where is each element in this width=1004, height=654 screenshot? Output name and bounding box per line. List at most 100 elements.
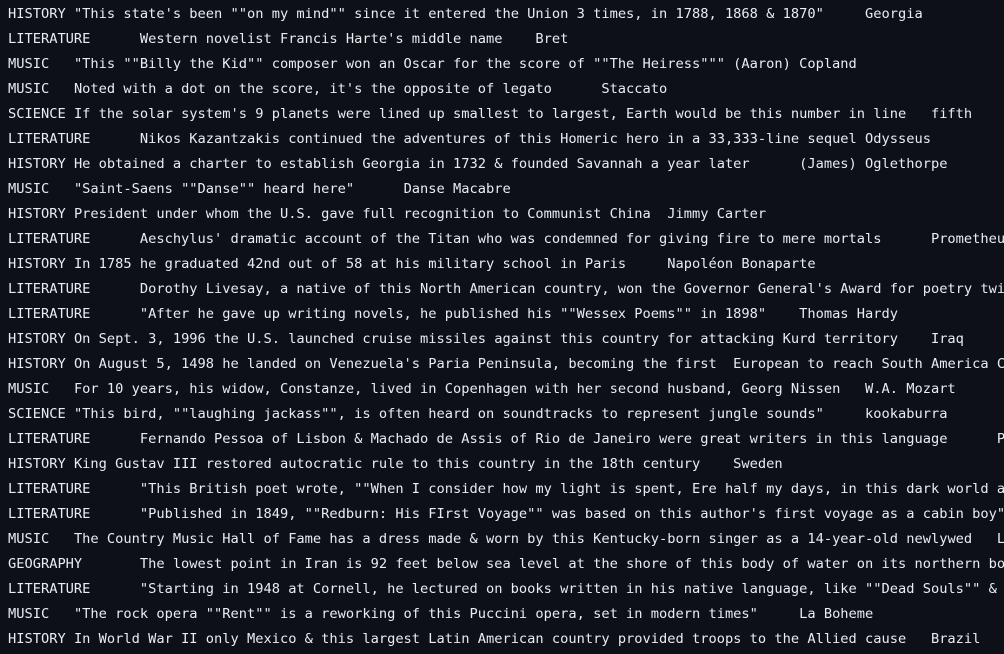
- row-question: "Starting in 1948 at Cornell, he lecture…: [139, 581, 997, 597]
- row-question: "After he gave up writing novels, he pub…: [139, 306, 767, 322]
- table-row: HISTORY In World War II only Mexico & th…: [8, 627, 1004, 652]
- row-question: The lowest point in Iran is 92 feet belo…: [139, 556, 1004, 572]
- row-answer: (James) Oglethorpe: [799, 156, 948, 172]
- row-category: HISTORY: [8, 631, 66, 647]
- row-question: Nikos Kazantzakis continued the adventur…: [139, 131, 857, 147]
- text-file-viewer[interactable]: HISTORY "This state's been ""on my mind"…: [0, 0, 1004, 652]
- row-question: Fernando Pessoa of Lisbon & Machado de A…: [139, 431, 948, 447]
- row-question: "Published in 1849, ""Redburn: His FIrst…: [139, 506, 1004, 522]
- row-answer: P: [996, 431, 1004, 447]
- row-answer: Georgia: [865, 6, 923, 22]
- table-row: LITERATURE Western novelist Francis Hart…: [8, 27, 1004, 52]
- row-question: "This state's been ""on my mind"" since …: [73, 6, 824, 22]
- row-category: GEOGRAPHY: [8, 556, 83, 572]
- row-question: President under whom the U.S. gave full …: [73, 206, 651, 222]
- row-question: Noted with a dot on the score, it's the …: [73, 81, 552, 97]
- table-row: LITERATURE "After he gave up writing nov…: [8, 302, 1004, 327]
- row-question: On Sept. 3, 1996 the U.S. launched cruis…: [73, 331, 898, 347]
- row-category: MUSIC: [8, 531, 50, 547]
- row-category: LITERATURE: [8, 231, 91, 247]
- row-question: Dorothy Livesay, a native of this North …: [139, 281, 1004, 297]
- row-category: HISTORY: [8, 206, 66, 222]
- table-row: MUSIC Noted with a dot on the score, it'…: [8, 77, 1004, 102]
- row-answer: (Aaron) Copland: [733, 56, 857, 72]
- table-row: HISTORY On August 5, 1498 he landed on V…: [8, 352, 1004, 377]
- row-category: MUSIC: [8, 81, 50, 97]
- table-row: HISTORY On Sept. 3, 1996 the U.S. launch…: [8, 327, 1004, 352]
- row-question: King Gustav III restored autocratic rule…: [73, 456, 701, 472]
- row-category: HISTORY: [8, 256, 66, 272]
- table-row: MUSIC "Saint-Saens ""Danse"" heard here"…: [8, 177, 1004, 202]
- row-category: LITERATURE: [8, 281, 91, 297]
- row-category: MUSIC: [8, 606, 50, 622]
- row-category: LITERATURE: [8, 131, 91, 147]
- row-question: He obtained a charter to establish Georg…: [73, 156, 750, 172]
- table-row: MUSIC "This ""Billy the Kid"" composer w…: [8, 52, 1004, 77]
- row-answer: kookaburra: [865, 406, 948, 422]
- row-category: MUSIC: [8, 181, 50, 197]
- row-question: In 1785 he graduated 42nd out of 58 at h…: [73, 256, 627, 272]
- row-answer: Odysseus: [865, 131, 931, 147]
- table-row: HISTORY King Gustav III restored autocra…: [8, 452, 1004, 477]
- table-row: LITERATURE Aeschylus' dramatic account o…: [8, 227, 1004, 252]
- table-row: LITERATURE Nikos Kazantzakis continued t…: [8, 127, 1004, 152]
- row-category: SCIENCE: [8, 106, 66, 122]
- row-answer: La Boheme: [799, 606, 874, 622]
- table-row: LITERATURE Fernando Pessoa of Lisbon & M…: [8, 427, 1004, 452]
- row-question: "This ""Billy the Kid"" composer won an …: [73, 56, 725, 72]
- table-row: SCIENCE "This bird, ""laughing jackass""…: [8, 402, 1004, 427]
- table-row: SCIENCE If the solar system's 9 planets …: [8, 102, 1004, 127]
- row-category: LITERATURE: [8, 306, 91, 322]
- row-answer: L: [996, 531, 1004, 547]
- row-category: HISTORY: [8, 156, 66, 172]
- row-answer: Prometheu: [930, 231, 1004, 247]
- row-category: HISTORY: [8, 456, 66, 472]
- table-row: MUSIC The Country Music Hall of Fame has…: [8, 527, 1004, 552]
- row-question: "Saint-Saens ""Danse"" heard here": [73, 181, 355, 197]
- row-question: In World War II only Mexico & this large…: [73, 631, 907, 647]
- row-answer: Danse Macabre: [403, 181, 511, 197]
- row-answer: W.A. Mozart: [865, 381, 956, 397]
- row-question: "This bird, ""laughing jackass"", is oft…: [73, 406, 824, 422]
- table-row: HISTORY "This state's been ""on my mind"…: [8, 2, 1004, 27]
- table-row: HISTORY He obtained a charter to establi…: [8, 152, 1004, 177]
- row-answer: Sweden: [733, 456, 783, 472]
- row-answer: Bret: [535, 31, 569, 47]
- row-answer: C: [996, 356, 1004, 372]
- row-answer: Thomas Hardy: [799, 306, 898, 322]
- row-answer: Napoléon Bonaparte: [667, 256, 816, 272]
- row-category: LITERATURE: [8, 506, 91, 522]
- row-category: SCIENCE: [8, 406, 66, 422]
- table-row: GEOGRAPHY The lowest point in Iran is 92…: [8, 552, 1004, 577]
- table-row: HISTORY President under whom the U.S. ga…: [8, 202, 1004, 227]
- row-category: HISTORY: [8, 331, 66, 347]
- table-row: LITERATURE "Published in 1849, ""Redburn…: [8, 502, 1004, 527]
- row-category: MUSIC: [8, 381, 50, 397]
- row-answer: Jimmy Carter: [667, 206, 767, 222]
- row-question: Western novelist Francis Harte's middle …: [139, 31, 503, 47]
- table-row: LITERATURE "Starting in 1948 at Cornell,…: [8, 577, 1004, 602]
- row-category: HISTORY: [8, 356, 66, 372]
- row-answer: fifth: [930, 106, 973, 122]
- row-question: If the solar system's 9 planets were lin…: [73, 106, 907, 122]
- row-question: The Country Music Hall of Fame has a dre…: [73, 531, 973, 547]
- row-question: "This British poet wrote, ""When I consi…: [139, 481, 1004, 497]
- table-row: LITERATURE "This British poet wrote, ""W…: [8, 477, 1004, 502]
- row-category: LITERATURE: [8, 481, 91, 497]
- row-category: LITERATURE: [8, 431, 91, 447]
- row-question: For 10 years, his widow, Constanze, live…: [73, 381, 841, 397]
- row-category: LITERATURE: [8, 581, 91, 597]
- table-row: MUSIC "The rock opera ""Rent"" is a rewo…: [8, 602, 1004, 627]
- row-question: On August 5, 1498 he landed on Venezuela…: [73, 356, 989, 372]
- row-answer: Brazil: [930, 631, 981, 647]
- row-answer: Iraq: [930, 331, 964, 347]
- table-row: HISTORY In 1785 he graduated 42nd out of…: [8, 252, 1004, 277]
- row-question: Aeschylus' dramatic account of the Titan…: [139, 231, 882, 247]
- row-category: HISTORY: [8, 6, 66, 22]
- table-row: MUSIC For 10 years, his widow, Constanze…: [8, 377, 1004, 402]
- row-category: LITERATURE: [8, 31, 91, 47]
- row-answer: Staccato: [601, 81, 668, 97]
- row-category: MUSIC: [8, 56, 50, 72]
- table-row: LITERATURE Dorothy Livesay, a native of …: [8, 277, 1004, 302]
- row-question: "The rock opera ""Rent"" is a reworking …: [73, 606, 758, 622]
